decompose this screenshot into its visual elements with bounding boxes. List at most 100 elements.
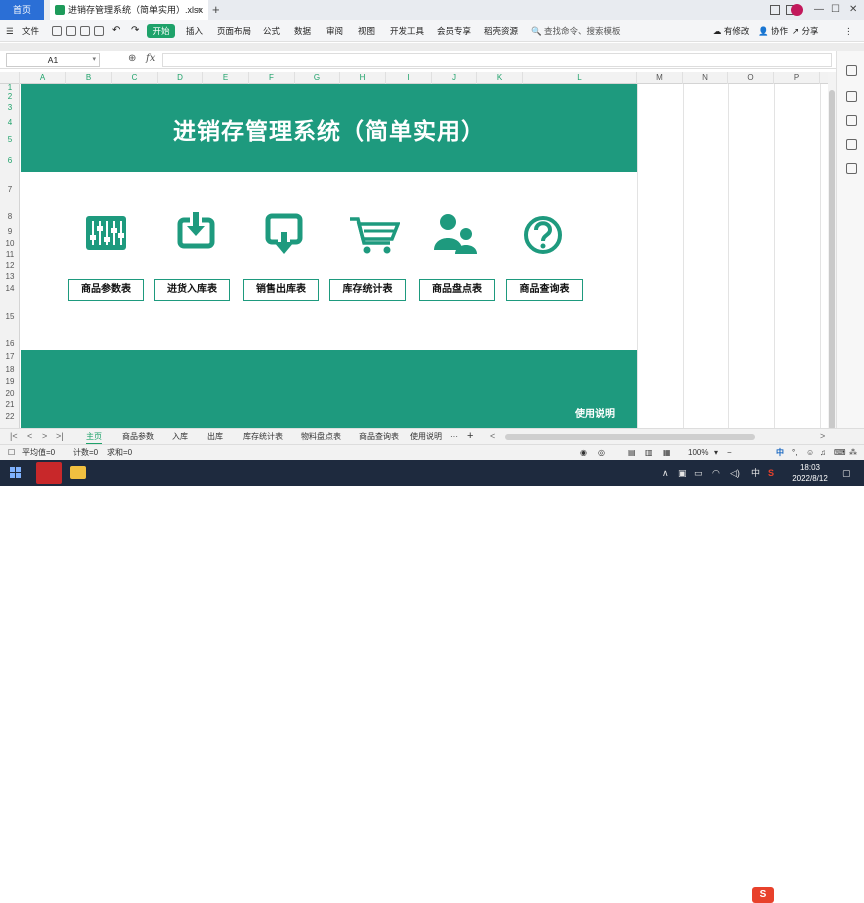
- scroll-left-icon[interactable]: <: [490, 429, 495, 444]
- new-tab-button[interactable]: +: [212, 0, 220, 20]
- ime-punct-icon[interactable]: °,: [792, 445, 797, 460]
- row-header[interactable]: 5: [0, 131, 20, 149]
- row-header[interactable]: 7: [0, 172, 20, 207]
- menu-review[interactable]: 审阅: [326, 20, 343, 42]
- cursor-icon[interactable]: [846, 65, 857, 76]
- chevron-down-icon[interactable]: ▾: [92, 54, 96, 66]
- ime-keyboard-icon[interactable]: ⌨: [834, 445, 846, 460]
- col-header[interactable]: E: [203, 72, 249, 84]
- row-header[interactable]: 2: [0, 92, 20, 101]
- sheet-tab-inventory[interactable]: 库存统计表: [243, 429, 283, 445]
- maximize-button[interactable]: ☐: [831, 0, 840, 20]
- col-header[interactable]: K: [477, 72, 523, 84]
- row-header[interactable]: 17: [0, 350, 20, 363]
- scroll-thumb[interactable]: [829, 90, 835, 430]
- col-header[interactable]: C: [112, 72, 158, 84]
- menu-page-layout[interactable]: 页面布局: [217, 20, 251, 42]
- network-icon[interactable]: ▭: [694, 460, 703, 486]
- menu-docer[interactable]: 稻壳资源: [484, 20, 518, 42]
- eye-protect-icon[interactable]: ◉: [580, 445, 587, 460]
- file-tab[interactable]: 进销存管理系统（简单实用）.xlsx ×: [50, 0, 208, 20]
- print-icon[interactable]: [80, 26, 90, 36]
- col-header[interactable]: A: [20, 72, 66, 84]
- close-tab-icon[interactable]: ×: [197, 0, 202, 20]
- row-header[interactable]: 19: [0, 376, 20, 388]
- volume-icon[interactable]: ◁): [730, 460, 740, 486]
- prev-sheet-icon[interactable]: <: [27, 429, 32, 444]
- row-header[interactable]: 9: [0, 226, 20, 238]
- col-header[interactable]: M: [637, 72, 683, 84]
- inbox-download-icon[interactable]: [174, 210, 218, 254]
- row-header[interactable]: 6: [0, 149, 20, 172]
- sogou-ime-icon[interactable]: S: [752, 887, 774, 903]
- sheet-tab-count[interactable]: 物料盘点表: [301, 429, 341, 445]
- menu-data[interactable]: 数据: [294, 20, 311, 42]
- wifi-icon[interactable]: ◠: [712, 460, 720, 486]
- ime-mic-icon[interactable]: ♫: [820, 445, 826, 460]
- sheet-tab-in[interactable]: 入库: [172, 429, 188, 445]
- col-header[interactable]: G: [295, 72, 340, 84]
- last-sheet-icon[interactable]: >|: [56, 429, 64, 444]
- col-header[interactable]: I: [386, 72, 432, 84]
- zoom-formula-icon[interactable]: ⊕: [128, 53, 136, 64]
- row-header[interactable]: 4: [0, 115, 20, 131]
- collaborate-button[interactable]: 👤 协作: [758, 20, 788, 42]
- goods-count-button[interactable]: 商品盘点表: [419, 279, 495, 301]
- menu-developer[interactable]: 开发工具: [390, 20, 424, 42]
- avatar[interactable]: [791, 4, 803, 16]
- close-window-button[interactable]: ✕: [849, 0, 857, 20]
- page-break-view-icon[interactable]: ▥: [645, 445, 653, 460]
- sheet-tab-home[interactable]: 主页: [86, 429, 102, 445]
- sheet-tab-usage[interactable]: 使用说明: [410, 429, 442, 445]
- col-header[interactable]: P: [774, 72, 820, 84]
- print-preview-icon[interactable]: [94, 26, 104, 36]
- row-header[interactable]: 22: [0, 411, 20, 423]
- name-box[interactable]: A1 ▾: [6, 53, 100, 67]
- share-button[interactable]: ↗ 分享: [792, 20, 819, 42]
- row-header[interactable]: 8: [0, 207, 20, 226]
- windows-start-icon[interactable]: [10, 467, 22, 479]
- undo-icon[interactable]: ↶: [112, 20, 120, 42]
- clock[interactable]: 18:03 2022/8/12: [785, 462, 835, 484]
- row-header[interactable]: 14: [0, 282, 20, 296]
- normal-view-icon[interactable]: ▤: [628, 445, 636, 460]
- vertical-scrollbar[interactable]: [828, 72, 836, 430]
- shopping-cart-icon[interactable]: [348, 213, 401, 257]
- layout-icon[interactable]: [770, 5, 780, 15]
- col-header[interactable]: F: [249, 72, 295, 84]
- ime-mode[interactable]: 中: [776, 445, 784, 460]
- zoom-dropdown-icon[interactable]: ▾: [714, 445, 718, 460]
- row-header[interactable]: 3: [0, 101, 20, 115]
- fx-icon[interactable]: fx: [146, 53, 155, 64]
- col-header[interactable]: O: [728, 72, 774, 84]
- more-sheets-icon[interactable]: ···: [450, 429, 458, 445]
- style-icon[interactable]: [846, 115, 857, 126]
- col-header[interactable]: L: [523, 72, 637, 84]
- menu-formula[interactable]: 公式: [263, 20, 280, 42]
- col-header[interactable]: B: [66, 72, 112, 84]
- help-circle-icon[interactable]: [521, 213, 565, 257]
- row-header[interactable]: 13: [0, 271, 20, 282]
- sogou-tray-icon[interactable]: S: [768, 460, 774, 486]
- row-header[interactable]: 11: [0, 249, 20, 260]
- menu-file[interactable]: 文件: [22, 20, 39, 42]
- users-icon[interactable]: [433, 212, 477, 256]
- col-header[interactable]: J: [432, 72, 477, 84]
- usage-link[interactable]: 使用说明: [575, 405, 615, 420]
- ime-menu-icon[interactable]: ⁂: [849, 445, 857, 460]
- first-sheet-icon[interactable]: |<: [10, 429, 18, 444]
- equalizer-icon[interactable]: [84, 213, 128, 257]
- menu-insert[interactable]: 插入: [186, 20, 203, 42]
- next-sheet-icon[interactable]: >: [42, 429, 47, 444]
- backup-icon[interactable]: [846, 163, 857, 174]
- tray-app-icon[interactable]: ▣: [678, 460, 687, 486]
- home-tab[interactable]: 首页: [0, 0, 44, 20]
- hamburger-icon[interactable]: ☰: [6, 20, 14, 42]
- sheet-tab-out[interactable]: 出库: [207, 429, 223, 445]
- outbox-upload-icon[interactable]: [262, 212, 306, 256]
- col-header[interactable]: H: [340, 72, 386, 84]
- formula-input[interactable]: [162, 53, 832, 67]
- row-header[interactable]: 10: [0, 238, 20, 249]
- col-header[interactable]: N: [683, 72, 728, 84]
- save-icon[interactable]: [52, 26, 62, 36]
